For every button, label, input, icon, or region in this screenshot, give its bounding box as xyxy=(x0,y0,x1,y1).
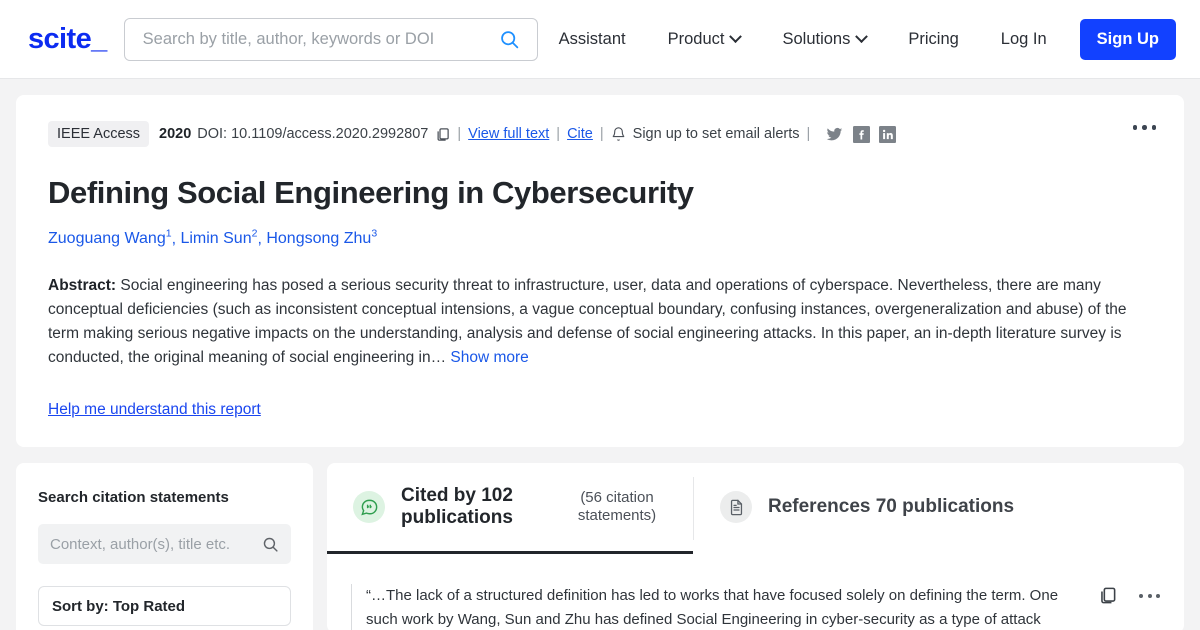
sidebar-heading: Search citation statements xyxy=(38,489,229,507)
tab-references[interactable]: References 70 publications xyxy=(694,463,1040,554)
nav-item-login[interactable]: Log In xyxy=(980,30,1068,49)
citation-search-box[interactable] xyxy=(38,524,291,565)
divider: | xyxy=(457,126,462,142)
nav-label: Solutions xyxy=(782,29,851,48)
dot xyxy=(1132,125,1137,130)
help-understand-report-link[interactable]: Help me understand this report xyxy=(48,401,261,419)
search-input[interactable] xyxy=(142,29,497,49)
author-name: Hongsong Zhu xyxy=(266,230,372,248)
dot xyxy=(1142,125,1147,130)
document-icon xyxy=(720,491,752,524)
dot xyxy=(1156,593,1160,598)
paper-card: IEEE Access 2020 DOI: 10.1109/access.202… xyxy=(16,95,1184,448)
citation-search-sidebar: Search citation statements Sort by: Top … xyxy=(16,463,313,630)
citation-statement-text: “…The lack of a structured definition ha… xyxy=(366,587,1059,629)
sign-up-button[interactable]: Sign Up xyxy=(1079,18,1176,60)
nav-item-pricing[interactable]: Pricing xyxy=(887,30,979,49)
scite-logo[interactable]: scite_ xyxy=(28,24,107,54)
author-affiliation-marker: 3 xyxy=(371,228,378,240)
nav-item-product[interactable]: Product xyxy=(647,30,762,49)
divider: | xyxy=(599,126,604,142)
tab-cited-by[interactable]: Cited by 102 publications (56 citation s… xyxy=(327,463,693,555)
citation-statements-list: “…The lack of a structured definition ha… xyxy=(327,554,1184,630)
page-title: Defining Social Engineering in Cybersecu… xyxy=(48,175,694,210)
chevron-down-icon xyxy=(729,29,743,43)
site-header: scite_ Assistant Product Solutions Prici… xyxy=(0,0,1200,79)
quote-bubble-icon xyxy=(353,491,385,524)
facebook-icon[interactable] xyxy=(853,125,871,143)
social-share-icons xyxy=(825,125,897,143)
quote-accent-bar xyxy=(351,584,352,630)
journal-badge[interactable]: IEEE Access xyxy=(48,121,150,147)
main-nav: Assistant Product Solutions Pricing Log … xyxy=(538,18,1176,60)
show-more-button[interactable]: Show more xyxy=(450,349,528,366)
nav-label: Product xyxy=(667,29,725,48)
nav-item-assistant[interactable]: Assistant xyxy=(538,30,647,49)
citation-search-input[interactable] xyxy=(50,535,262,553)
lower-section: Search citation statements Sort by: Top … xyxy=(16,463,1184,630)
tab-cited-by-label: Cited by 102 publications xyxy=(401,485,513,529)
cite-link[interactable]: Cite xyxy=(567,126,593,142)
author-list: Zuoguang Wang1, Limin Sun2, Hongsong Zhu… xyxy=(48,228,1152,248)
sort-by-label: Sort by: Top Rated xyxy=(52,597,186,615)
paper-more-options-button[interactable] xyxy=(1127,119,1163,136)
abstract-label: Abstract: xyxy=(48,277,117,295)
divider: | xyxy=(806,126,811,142)
view-full-text-link[interactable]: View full text xyxy=(468,126,549,142)
publication-year: 2020 xyxy=(159,126,192,142)
author-link[interactable]: Hongsong Zhu3 xyxy=(266,228,378,248)
dot xyxy=(1147,593,1152,598)
citations-content: Cited by 102 publications (56 citation s… xyxy=(327,463,1184,630)
citation-statement-item: “…The lack of a structured definition ha… xyxy=(351,576,1160,630)
nav-item-solutions[interactable]: Solutions xyxy=(761,30,887,49)
abstract: Abstract: Social engineering has posed a… xyxy=(48,274,1152,370)
divider: | xyxy=(556,126,561,142)
statement-more-options-button[interactable] xyxy=(1139,593,1160,598)
copy-icon[interactable] xyxy=(1098,586,1117,605)
dot xyxy=(1139,593,1143,598)
twitter-icon[interactable] xyxy=(825,126,844,143)
author-name: Limin Sun xyxy=(180,230,252,248)
copy-icon[interactable] xyxy=(435,127,450,142)
search-icon[interactable] xyxy=(262,536,279,553)
page-body: IEEE Access 2020 DOI: 10.1109/access.202… xyxy=(0,79,1200,630)
doi-text: DOI: 10.1109/access.2020.2992807 xyxy=(197,126,429,142)
author-separator: , xyxy=(257,230,267,248)
statement-actions xyxy=(1098,584,1160,605)
nav-label: Pricing xyxy=(908,29,959,48)
tab-cited-by-sublabel: (56 citation statements) xyxy=(577,489,657,525)
chevron-down-icon xyxy=(855,29,869,43)
abstract-text: Social engineering has posed a serious s… xyxy=(48,277,1127,367)
author-link[interactable]: Zuoguang Wang1 xyxy=(48,228,172,248)
dot xyxy=(1151,125,1156,130)
citations-tabs: Cited by 102 publications (56 citation s… xyxy=(327,463,1184,555)
paper-metadata: IEEE Access 2020 DOI: 10.1109/access.202… xyxy=(48,119,1152,149)
sort-by-dropdown[interactable]: Sort by: Top Rated xyxy=(38,586,291,627)
bell-icon[interactable] xyxy=(611,126,626,142)
nav-label: Log In xyxy=(1000,29,1047,48)
nav-label: Assistant xyxy=(558,29,626,48)
author-name: Zuoguang Wang xyxy=(48,230,166,248)
email-alerts-label[interactable]: Sign up to set email alerts xyxy=(633,126,800,142)
search-icon[interactable] xyxy=(497,26,523,52)
tab-references-label: References 70 publications xyxy=(768,496,1015,518)
author-link[interactable]: Limin Sun2 xyxy=(180,228,257,248)
global-search[interactable] xyxy=(123,17,538,61)
linkedin-icon[interactable] xyxy=(879,125,897,143)
